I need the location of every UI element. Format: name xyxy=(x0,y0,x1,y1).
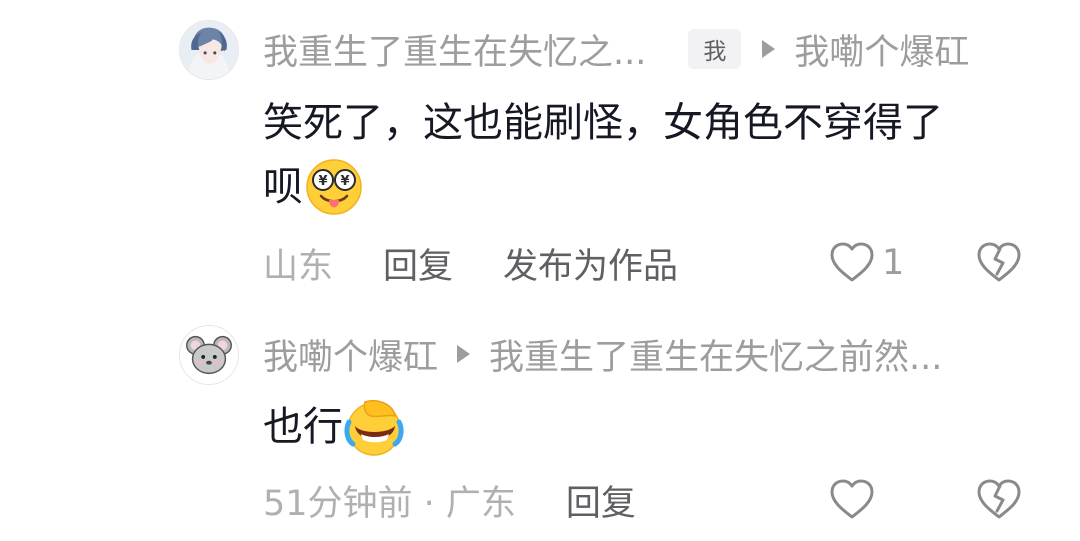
broken-heart-icon[interactable] xyxy=(975,477,1023,521)
triangle-right-icon xyxy=(457,345,471,363)
drooling-money-eyes-emoji-icon: ¥ ¥ xyxy=(303,156,365,218)
broken-heart-icon[interactable] xyxy=(975,240,1023,284)
comment-text: 笑死了，这也能刷怪，女角色不穿得了 xyxy=(263,100,943,146)
publish-as-work-button[interactable]: 发布为作品 xyxy=(503,238,678,289)
reply-button[interactable]: 回复 xyxy=(566,475,636,526)
reply-button[interactable]: 回复 xyxy=(383,238,453,289)
time-location-label: 51分钟前 · 广东 xyxy=(263,483,516,524)
reply-to-name[interactable]: 我嘞个爆矼 xyxy=(794,24,969,75)
like-count: 1 xyxy=(882,243,905,283)
svg-text:¥: ¥ xyxy=(340,174,349,189)
triangle-right-icon xyxy=(762,40,776,58)
reply-to-name[interactable]: 我重生了重生在失忆之前然... xyxy=(489,329,942,380)
comment-2-header: 我嘞个爆矼 我重生了重生在失忆之前然... xyxy=(263,329,942,379)
comment-2-actions: 51分钟前 · 广东 回复 xyxy=(263,475,636,525)
comment-author-name[interactable]: 我嘞个爆矼 xyxy=(263,329,438,380)
author-badge: 我 xyxy=(688,29,742,69)
comment-text-body: 也行 xyxy=(263,404,343,450)
comment-text: 也行 xyxy=(263,394,405,460)
comment-text-continued: 呗 ¥ ¥ xyxy=(263,154,365,220)
svg-text:¥: ¥ xyxy=(318,174,327,189)
comment-1-header: 我重生了重生在失忆之... 我 我嘞个爆矼 xyxy=(263,24,969,74)
anime-character-avatar-icon xyxy=(180,21,238,79)
heart-outline-icon[interactable] xyxy=(828,477,876,521)
comment-text-line2: 呗 xyxy=(263,164,303,210)
avatar-comment-2[interactable] xyxy=(179,325,239,385)
cartoon-mouse-avatar-icon xyxy=(180,326,238,384)
location-label: 山东 xyxy=(263,246,334,287)
comment-1-actions: 山东 回复 发布为作品 xyxy=(263,238,678,288)
facepalm-laughing-crying-emoji-icon xyxy=(343,396,405,458)
avatar-comment-1[interactable] xyxy=(179,20,239,80)
heart-outline-icon[interactable] xyxy=(828,240,876,284)
comment-author-name[interactable]: 我重生了重生在失忆之... xyxy=(263,24,646,75)
